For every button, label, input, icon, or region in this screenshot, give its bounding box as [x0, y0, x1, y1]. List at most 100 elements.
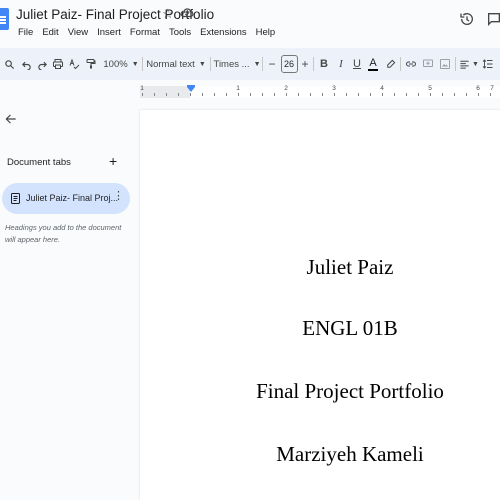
redo-icon[interactable] [35, 48, 49, 80]
version-history-icon[interactable] [459, 11, 475, 27]
menu-bar: File Edit View Insert Format Tools Exten… [18, 27, 275, 38]
align-select[interactable]: ▼ [459, 48, 479, 80]
ruler-tick [214, 93, 215, 96]
google-docs-window: Juliet Paiz- Final Project Portfolio ☆ F… [0, 0, 500, 500]
menu-format[interactable]: Format [130, 27, 160, 38]
ruler-tick [274, 93, 275, 96]
ruler-tick [382, 93, 383, 96]
back-arrow-icon[interactable] [4, 112, 18, 126]
ruler-tick [478, 93, 479, 96]
document-tabs-heading: Document tabs [7, 157, 71, 168]
align-left-icon [460, 60, 469, 69]
paint-format-icon[interactable] [84, 48, 98, 80]
ruler-tick [442, 93, 443, 96]
ruler-tick [190, 93, 191, 96]
document-outline-sidebar: Document tabs + Juliet Paiz- Final Proj.… [0, 104, 138, 500]
italic-button[interactable]: I [334, 48, 348, 80]
insert-image-icon[interactable] [438, 48, 452, 80]
font-size-input[interactable]: 26 [280, 48, 298, 80]
chevron-down-icon: ▼ [131, 60, 139, 68]
ruler-tick [166, 93, 167, 96]
ruler-tick [286, 93, 287, 96]
menu-help[interactable]: Help [256, 27, 276, 38]
font-select[interactable]: Times ... ▼ [213, 48, 261, 80]
ruler-tick [358, 93, 359, 96]
ruler-number: 4 [380, 85, 384, 92]
ruler-tick [202, 93, 203, 96]
paragraph-style-value: Normal text [146, 58, 195, 70]
ruler-tick [178, 93, 179, 96]
print-icon[interactable] [51, 48, 65, 80]
toolbar: 100% ▼ Normal text ▼ Times ... ▼ − 26 + B I… [0, 48, 500, 80]
ruler-tick [322, 93, 323, 96]
add-tab-icon[interactable]: + [109, 153, 117, 169]
increase-font-size-icon[interactable]: + [299, 48, 311, 80]
ruler-tick [250, 93, 251, 96]
menu-file[interactable]: File [18, 27, 33, 38]
ruler-tick [430, 93, 431, 96]
ruler-tick [226, 93, 227, 96]
add-comment-icon[interactable] [421, 48, 435, 80]
ruler-number: 7 [490, 85, 494, 92]
chevron-down-icon: ▼ [472, 60, 479, 68]
ruler-tick [418, 93, 419, 96]
doc-line-title[interactable]: Final Project Portfolio [140, 379, 500, 404]
comments-icon[interactable] [486, 11, 500, 27]
menu-edit[interactable]: Edit [42, 27, 58, 38]
docs-logo-icon[interactable] [0, 8, 9, 30]
ruler-number: 2 [284, 85, 288, 92]
insert-link-icon[interactable] [404, 48, 418, 80]
left-indent-handle[interactable] [187, 87, 195, 92]
doc-line-author[interactable]: Juliet Paiz [140, 255, 500, 280]
bold-button[interactable]: B [317, 48, 331, 80]
cloud-saved-icon[interactable] [180, 6, 194, 20]
font-value: Times ... [213, 58, 250, 70]
doc-line-instructor[interactable]: Marziyeh Kameli [140, 442, 500, 467]
paragraph-style-select[interactable]: Normal text ▼ [146, 48, 206, 80]
text-color-swatch [368, 68, 378, 71]
document-tab-item[interactable]: Juliet Paiz- Final Proj... ⋮ [2, 183, 130, 214]
document-page[interactable]: Juliet Paiz ENGL 01B Final Project Portf… [140, 110, 500, 500]
ruler-tick [466, 93, 467, 96]
text-color-button[interactable]: A [366, 48, 380, 80]
toolbar-divider [313, 57, 314, 71]
zoom-select[interactable]: 100% ▼ [103, 48, 139, 80]
text-color-label: A [369, 56, 377, 69]
toolbar-divider [400, 57, 401, 71]
ruler-tick [298, 93, 299, 96]
menu-tools[interactable]: Tools [169, 27, 191, 38]
menu-view[interactable]: View [68, 27, 88, 38]
spellcheck-icon[interactable] [67, 48, 81, 80]
chevron-down-icon: ▼ [198, 60, 206, 68]
ruler-tick [394, 93, 395, 96]
ruler-number: 6 [476, 85, 480, 92]
ruler-tick [406, 93, 407, 96]
decrease-font-size-icon[interactable]: − [266, 48, 278, 80]
menu-insert[interactable]: Insert [97, 27, 121, 38]
horizontal-ruler[interactable]: 1 1 2 3 4 5 6 7 [140, 82, 500, 102]
ruler-number: 1 [236, 85, 240, 92]
chevron-down-icon: ▼ [253, 60, 261, 68]
search-menus-icon[interactable] [2, 48, 16, 80]
font-size-value: 26 [280, 55, 298, 73]
highlight-color-icon[interactable] [383, 48, 397, 80]
ruler-number: 5 [428, 85, 432, 92]
title-bar: Juliet Paiz- Final Project Portfolio ☆ F… [0, 0, 500, 46]
doc-line-course[interactable]: ENGL 01B [140, 316, 500, 341]
more-vert-icon[interactable]: ⋮ [113, 191, 124, 202]
undo-icon[interactable] [19, 48, 33, 80]
toolbar-divider [210, 57, 211, 71]
star-icon[interactable]: ☆ [162, 6, 174, 22]
zoom-value: 100% [103, 58, 128, 70]
document-icon [11, 193, 20, 204]
line-spacing-icon[interactable] [481, 48, 495, 80]
ruler-left-margin [140, 86, 190, 98]
ruler-tick [154, 93, 155, 96]
underline-button[interactable]: U [350, 48, 364, 80]
menu-extensions[interactable]: Extensions [200, 27, 246, 38]
ruler-tick [142, 93, 143, 96]
ruler-number: 1 [140, 85, 144, 92]
ruler-tick [310, 93, 311, 96]
ruler-tick [346, 93, 347, 96]
toolbar-divider [142, 57, 143, 71]
